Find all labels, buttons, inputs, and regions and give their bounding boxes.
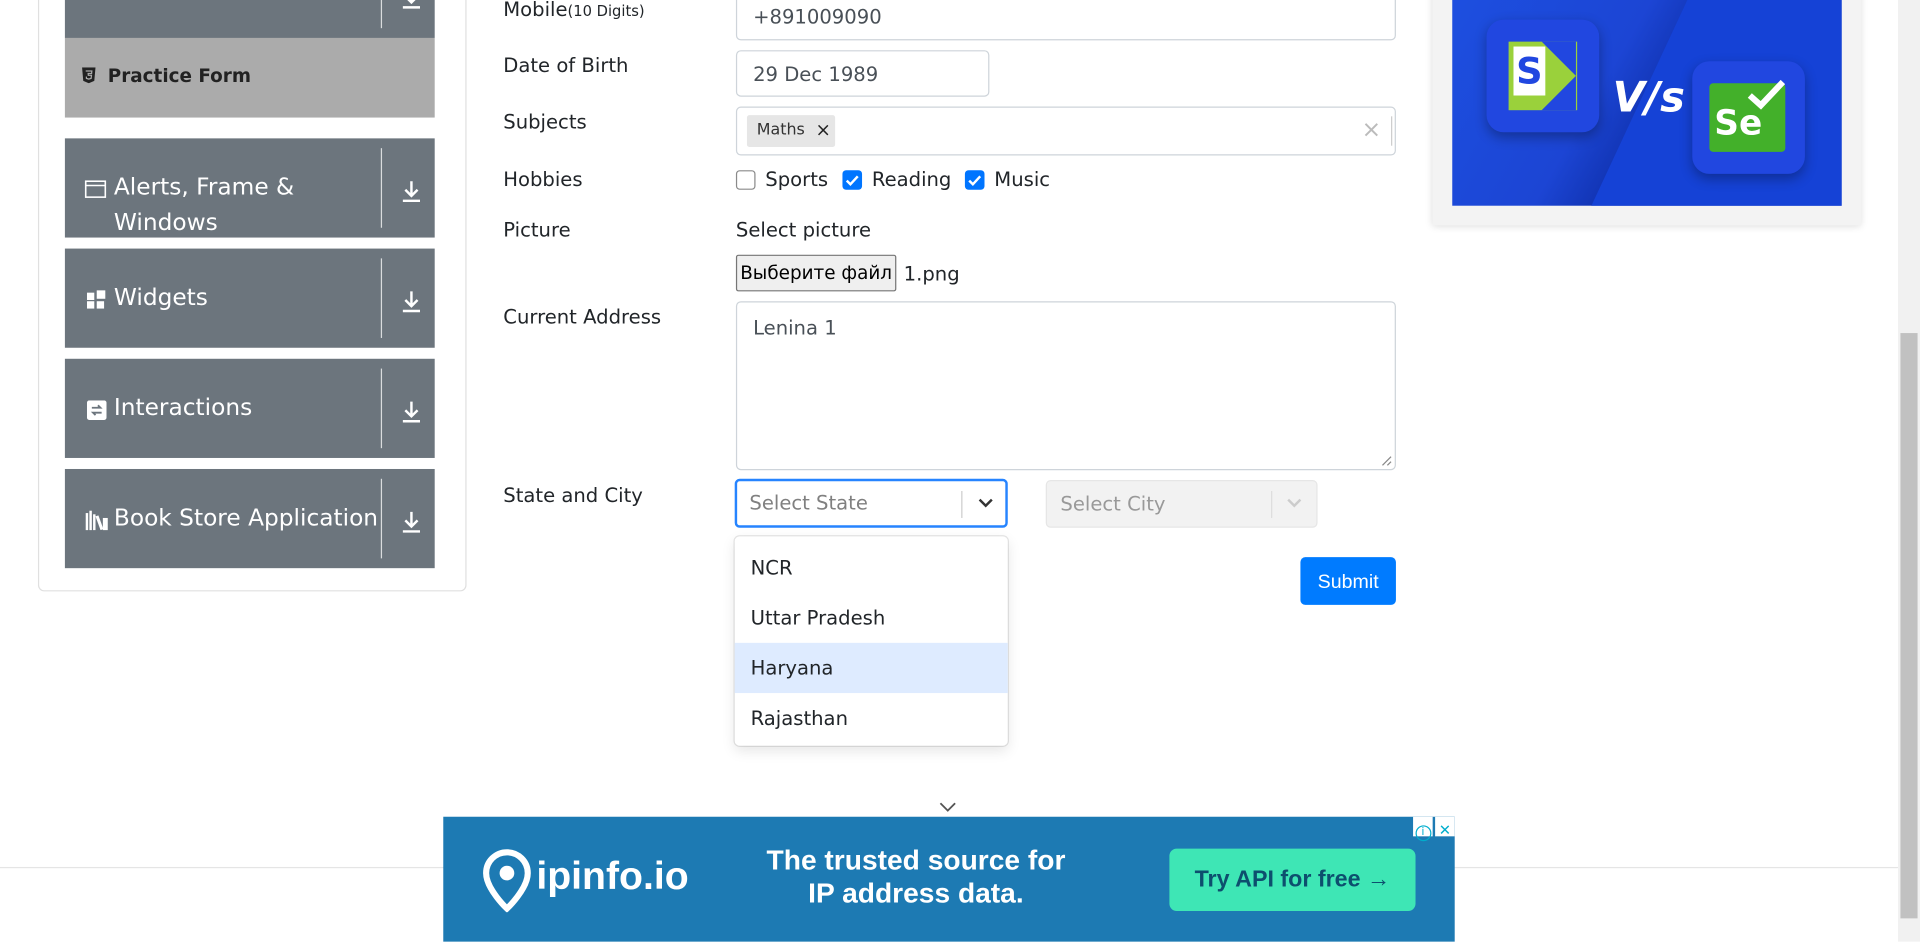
page: Practice Form Alerts, Frame & Windows Wi… bbox=[0, 0, 1920, 942]
banner-headline-2: IP address data. bbox=[808, 876, 1024, 909]
current-address-label: Current Address bbox=[503, 304, 662, 329]
reading-label[interactable]: Reading bbox=[872, 168, 952, 191]
state-option-highlighted[interactable]: Haryana bbox=[734, 642, 1008, 694]
download-icon bbox=[402, 0, 421, 9]
sidebar-group-label: Book Store Application bbox=[113, 504, 379, 532]
indicator-separator bbox=[961, 491, 963, 518]
state-placeholder: Select State bbox=[749, 491, 868, 515]
hobbies-label: Hobbies bbox=[503, 167, 583, 192]
window-icon bbox=[84, 180, 107, 198]
sidebar-group-forms[interactable] bbox=[64, 0, 435, 38]
state-select[interactable]: Select State bbox=[734, 478, 1008, 528]
clear-icon[interactable]: × bbox=[1362, 116, 1381, 143]
sidebar-group-interactions[interactable]: Interactions bbox=[64, 358, 435, 458]
sidebar-group-book-store[interactable]: Book Store Application bbox=[64, 468, 435, 569]
advertisement-right[interactable]: S V/s Se bbox=[1432, 0, 1862, 226]
banner-brand: ipinfo.io bbox=[536, 853, 689, 898]
ad-image: S V/s Se bbox=[1452, 0, 1842, 206]
widgets-icon bbox=[86, 290, 106, 309]
sidebar-group-label: Interactions bbox=[113, 394, 253, 422]
banner-headline-1: The trusted source for bbox=[766, 843, 1066, 876]
page-scrollbar[interactable] bbox=[1897, 0, 1920, 942]
sidebar-group-alerts[interactable]: Alerts, Frame & Windows bbox=[64, 138, 435, 238]
submit-button[interactable]: Submit bbox=[1300, 557, 1396, 605]
download-icon bbox=[402, 181, 421, 203]
resize-handle-icon[interactable] bbox=[1381, 456, 1392, 467]
download-icon bbox=[402, 291, 421, 313]
ipinfo-pin-icon bbox=[483, 849, 531, 913]
chevron-down-icon[interactable] bbox=[938, 801, 958, 813]
sidebar-group-label-line2: Windows bbox=[113, 209, 218, 237]
dob-label: Date of Birth bbox=[503, 53, 629, 78]
dob-value: 29 Dec 1989 bbox=[753, 62, 879, 86]
music-label[interactable]: Music bbox=[994, 168, 1050, 191]
mobile-value: +891009090 bbox=[753, 4, 882, 29]
sports-label[interactable]: Sports bbox=[765, 168, 828, 191]
subjects-indicator-separator bbox=[1391, 116, 1393, 146]
sidebar-group-label: Widgets bbox=[113, 284, 208, 312]
vs-text: V/s bbox=[1612, 73, 1685, 123]
address-value: Lenina 1 bbox=[753, 315, 837, 340]
state-city-label: State and City bbox=[503, 483, 643, 507]
state-dropdown-menu: NCR Uttar Pradesh Haryana Rajasthan bbox=[734, 536, 1008, 746]
file-name: 1.png bbox=[903, 262, 960, 286]
sidebar-item-practice-form[interactable]: Practice Form bbox=[64, 37, 435, 118]
chip-remove-icon[interactable]: × bbox=[816, 119, 831, 141]
ad-banner[interactable]: ipinfo.io The trusted source for IP addr… bbox=[443, 816, 1455, 942]
ad-info-icon[interactable]: i bbox=[1413, 816, 1433, 842]
download-icon bbox=[402, 511, 421, 533]
chevron-down-icon[interactable] bbox=[977, 496, 994, 511]
state-option[interactable]: Rajasthan bbox=[735, 693, 1008, 743]
state-option[interactable]: Uttar Pradesh bbox=[735, 593, 1008, 643]
ad-close-icon[interactable]: ✕ bbox=[1435, 816, 1455, 839]
date-of-birth-input[interactable]: 29 Dec 1989 bbox=[735, 50, 990, 97]
music-checkbox[interactable] bbox=[964, 170, 985, 190]
picture-label: Picture bbox=[503, 217, 571, 242]
books-icon bbox=[85, 510, 108, 531]
download-icon bbox=[402, 401, 421, 423]
city-select: Select City bbox=[1045, 480, 1318, 528]
current-address-textarea[interactable]: Lenina 1 bbox=[735, 301, 1396, 471]
state-option[interactable]: NCR bbox=[735, 542, 1008, 592]
chevron-down-icon bbox=[1287, 498, 1302, 508]
mobile-input[interactable]: +891009090 bbox=[735, 0, 1396, 41]
katalon-logo: S bbox=[1486, 19, 1600, 133]
indicator-separator bbox=[1271, 491, 1273, 518]
select-picture-label: Select picture bbox=[735, 217, 872, 242]
interactions-icon bbox=[86, 400, 107, 421]
chip-label: Maths bbox=[756, 121, 805, 140]
scrollbar-thumb[interactable] bbox=[1900, 333, 1918, 919]
html5-icon bbox=[82, 67, 96, 88]
try-api-label: Try API for free → bbox=[1194, 866, 1391, 893]
choose-file-button[interactable]: Выберите файл bbox=[735, 254, 897, 292]
sports-checkbox[interactable] bbox=[735, 170, 756, 190]
sidebar-group-label: Alerts, Frame & bbox=[113, 173, 295, 201]
city-placeholder: Select City bbox=[1060, 492, 1166, 516]
subjects-label: Subjects bbox=[503, 110, 587, 134]
selenium-logo: Se bbox=[1692, 61, 1805, 174]
try-api-button[interactable]: Try API for free → bbox=[1169, 848, 1416, 912]
mobile-label: Mobile(10 Digits) bbox=[503, 0, 645, 21]
reading-checkbox[interactable] bbox=[842, 170, 863, 190]
checkmark-icon bbox=[845, 175, 859, 187]
sidebar-group-widgets[interactable]: Widgets bbox=[64, 248, 435, 348]
sidebar-item-label: Practice Form bbox=[107, 64, 252, 87]
subject-chip: Maths × bbox=[746, 115, 836, 147]
checkmark-icon bbox=[968, 175, 982, 187]
